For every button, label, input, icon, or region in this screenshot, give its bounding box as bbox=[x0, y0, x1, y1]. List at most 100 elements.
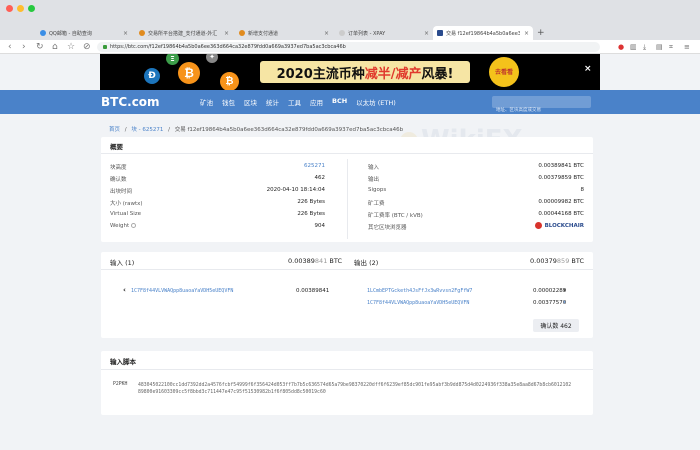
nav-item-blocks[interactable]: 区块 bbox=[244, 97, 257, 107]
breadcrumb-tx: 交易 f12ef19864b4a5b0a6ee363d664ca32e879fd… bbox=[174, 127, 404, 133]
tab-close-icon[interactable]: × bbox=[123, 30, 128, 37]
banner-close-icon[interactable]: × bbox=[584, 64, 592, 74]
overview-value: 226 Bytes bbox=[297, 199, 325, 205]
search-box[interactable] bbox=[492, 96, 591, 116]
site-header: BTC.com 矿池 钱包 区块 统计 工具 应用 BCH 以太坊 (ETH) bbox=[0, 90, 700, 116]
nav-item-pool[interactable]: 矿池 bbox=[200, 97, 213, 107]
output-address-link[interactable]: 1C7F8f44VLVWAQpp8uaoaYaVDH5eUEQVFN bbox=[367, 300, 469, 306]
lock-icon bbox=[103, 45, 107, 49]
extension-icon[interactable]: ● bbox=[618, 42, 624, 52]
slogan-suffix: 风暴! bbox=[421, 66, 454, 82]
overview-value: 0.00009982 BTC bbox=[538, 199, 584, 205]
window-controls[interactable] bbox=[6, 5, 35, 12]
overview-card: 概要 块高度 625271 确认数 462 出块时间 2020-04-10 18… bbox=[101, 137, 593, 242]
io-card: 输入 (1) 0.00389841 BTC 输出 (2) 0.00379859 … bbox=[101, 252, 593, 338]
divider bbox=[101, 153, 593, 154]
blockchair-label: BLOCKCHAIR bbox=[544, 222, 584, 229]
bookmark-star-icon[interactable]: ☆ bbox=[67, 41, 75, 53]
nav-item-bch[interactable]: BCH bbox=[332, 97, 347, 107]
overview-value: 462 bbox=[314, 175, 326, 181]
browser-tab[interactable]: 订单列表 - XPAY × bbox=[335, 26, 433, 40]
browser-tab-active[interactable]: 交易 f12ef19864b4a5b0a6ee3 × bbox=[433, 26, 533, 40]
info-icon[interactable] bbox=[130, 223, 136, 228]
overview-label: Virtual Size bbox=[110, 211, 142, 217]
overview-value: 8 bbox=[580, 187, 585, 193]
tab-close-icon[interactable]: × bbox=[324, 30, 329, 37]
script-type: P2PKH bbox=[113, 382, 128, 387]
overview-value: 904 bbox=[314, 223, 326, 229]
output-amount: 0.00377570 bbox=[533, 300, 567, 306]
overview-label: 输入 bbox=[368, 165, 380, 171]
input-script-card: 输入脚本 P2PKH 483045022100cc1dd7392dd2a4576… bbox=[101, 351, 593, 415]
download-icon[interactable]: ⤓ bbox=[643, 42, 646, 52]
divider bbox=[101, 269, 593, 270]
overview-value: 226 Bytes bbox=[297, 211, 325, 217]
nav-item-eth[interactable]: 以太坊 (ETH) bbox=[356, 97, 396, 107]
search-input[interactable] bbox=[492, 103, 591, 116]
tab-favicon-icon bbox=[139, 30, 145, 36]
browser-tab[interactable]: 交易所平台搭建_支付通道-外汇 × bbox=[135, 26, 233, 40]
menu-icon[interactable]: ≡ bbox=[684, 42, 690, 52]
tab-close-icon[interactable]: × bbox=[424, 30, 429, 37]
breadcrumb-sep: / bbox=[124, 127, 127, 133]
overview-label: 输出 bbox=[368, 177, 380, 183]
input-address-link[interactable]: 1C7F8f44VLVWAQpp8uaoaYaVDH5eUEQVFN bbox=[131, 288, 233, 294]
browser-tab-bar: QQ邮箱 - 自助查询 × 交易所平台搭建_支付通道-外汇 × 新增支付通道 ×… bbox=[0, 0, 700, 40]
address-bar[interactable]: https://btc.com/f12ef19864b4a5b0a6ee363d… bbox=[97, 42, 600, 52]
forward-arrow-icon[interactable]: › bbox=[22, 41, 26, 53]
shield-icon[interactable]: ⊘ bbox=[83, 41, 91, 53]
tab-favicon-icon bbox=[239, 30, 245, 36]
maximize-window-button[interactable] bbox=[28, 5, 35, 12]
overview-label: 大小 (rawtx) bbox=[110, 201, 143, 207]
block-height-link[interactable]: 625271 bbox=[304, 163, 325, 169]
tab-favicon-icon bbox=[437, 30, 443, 36]
overview-value: 0.00389841 BTC bbox=[538, 163, 584, 169]
sidebar-icon[interactable]: ▤ bbox=[656, 42, 663, 52]
breadcrumb-block[interactable]: 块 - 625271 bbox=[131, 127, 163, 133]
tab-title: 新增支付通道 bbox=[248, 30, 279, 37]
chevron-right-icon[interactable]: › bbox=[563, 287, 566, 294]
blockchair-link[interactable]: BLOCKCHAIR bbox=[534, 222, 584, 229]
nav-item-wallet[interactable]: 钱包 bbox=[222, 97, 235, 107]
blockchair-icon bbox=[534, 222, 542, 229]
overview-label: Weight bbox=[110, 223, 136, 229]
tab-close-icon[interactable]: × bbox=[524, 30, 529, 37]
browser-tab[interactable]: QQ邮箱 - 自助查询 × bbox=[36, 26, 132, 40]
site-logo[interactable]: BTC.com bbox=[101, 95, 160, 109]
banner-slogan: 2020主流币种 减半/减产 风暴! bbox=[260, 61, 470, 83]
overview-label: 块高度 bbox=[110, 165, 127, 171]
slogan-highlight: 减半/减产 bbox=[364, 66, 422, 82]
outputs-total: 0.00379859 BTC bbox=[530, 257, 584, 265]
bitcoin-coin-icon: ₿ bbox=[220, 72, 239, 90]
reload-icon[interactable]: ↻ bbox=[36, 41, 44, 53]
page-bottom bbox=[0, 425, 700, 450]
browser-tab[interactable]: 新增支付通道 × bbox=[235, 26, 333, 40]
breadcrumb-home[interactable]: 首页 bbox=[109, 127, 120, 133]
nav-item-apps[interactable]: 应用 bbox=[310, 97, 323, 107]
chevron-right-icon[interactable]: › bbox=[563, 299, 566, 306]
input-amount: 0.00389841 bbox=[296, 288, 330, 294]
screenshot-icon[interactable]: ⌗ bbox=[669, 42, 673, 52]
outputs-title: 输出 (2) bbox=[354, 259, 379, 267]
script-hex: 483045022100cc1dd7392dd2a4576fcbf54999f6… bbox=[138, 383, 572, 395]
inputs-title: 输入 (1) bbox=[110, 259, 135, 267]
library-icon[interactable]: ▥ bbox=[630, 42, 637, 52]
minimize-window-button[interactable] bbox=[17, 5, 24, 12]
promo-banner[interactable]: Ð ₿ Ξ ₿ ✦ 2020主流币种 减半/减产 风暴! 去看看 × bbox=[100, 54, 600, 90]
output-address-link[interactable]: 1LCmbEPTGcketh4JsFfJx3wRvvsn2FgFfW7 bbox=[367, 288, 472, 294]
nav-item-tools[interactable]: 工具 bbox=[288, 97, 301, 107]
overview-value: 0.00379859 BTC bbox=[538, 175, 584, 181]
new-tab-button[interactable]: + bbox=[537, 26, 545, 40]
input-script-title: 输入脚本 bbox=[110, 358, 136, 366]
confirmations-badge: 确认数 462 bbox=[533, 319, 579, 332]
tab-close-icon[interactable]: × bbox=[224, 30, 229, 37]
home-icon[interactable]: ⌂ bbox=[52, 41, 58, 53]
back-arrow-icon[interactable]: ‹ bbox=[8, 41, 12, 53]
banner-cta-button[interactable]: 去看看 bbox=[489, 57, 519, 87]
breadcrumb-sep: / bbox=[168, 127, 170, 133]
nav-item-stats[interactable]: 统计 bbox=[266, 97, 279, 107]
output-amount: 0.00002289 bbox=[533, 288, 567, 294]
chevron-left-icon[interactable]: ‹ bbox=[123, 287, 126, 294]
close-window-button[interactable] bbox=[6, 5, 13, 12]
tab-title: 订单列表 - XPAY bbox=[348, 30, 386, 37]
